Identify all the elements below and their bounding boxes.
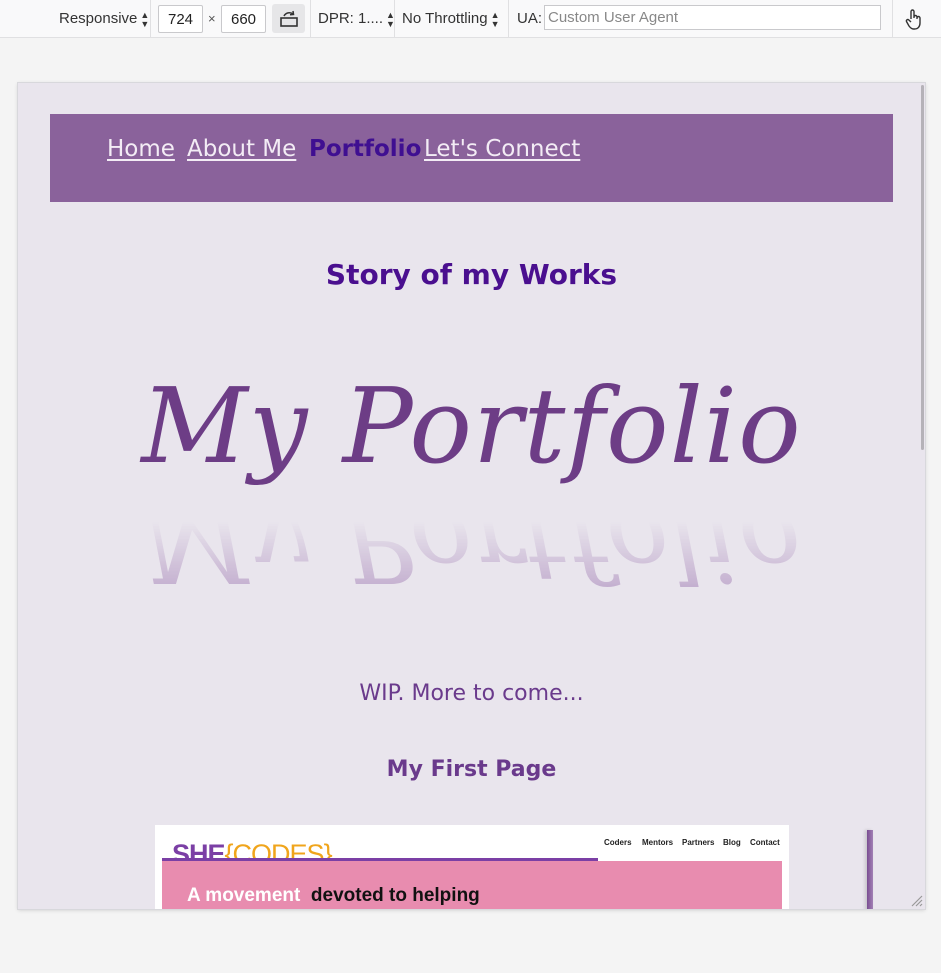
decorative-accent-bar <box>867 830 873 909</box>
caret-icon: ▲ ▼ <box>140 9 150 29</box>
width-input[interactable]: 724 <box>158 5 203 33</box>
devtools-toolbar: Responsive ▲ ▼ 724 × 660 DPR: 1.... ▲ ▼ No… <box>0 0 941 38</box>
device-label: Responsive <box>59 10 138 27</box>
touch-icon <box>905 9 921 30</box>
dimension-separator: × <box>208 11 216 26</box>
dpr-label: DPR: 1.... <box>318 10 384 27</box>
preview-nav-item: Coders <box>604 838 632 847</box>
rotate-button[interactable] <box>272 4 305 33</box>
preview-banner: A movement devoted to helping <box>162 861 782 909</box>
nav-link-connect[interactable]: Let's Connect <box>424 136 580 162</box>
nav-link-portfolio[interactable]: Portfolio <box>309 136 421 162</box>
responsive-viewport: Home About Me Portfolio Let's Connect St… <box>18 83 925 909</box>
section-heading-first-page: My First Page <box>386 757 557 782</box>
ua-label: UA: <box>517 10 543 27</box>
portfolio-title-reflection: My Portfolio <box>141 483 802 605</box>
nav-link-about[interactable]: About Me <box>187 136 296 162</box>
touch-simulation-button[interactable] <box>902 6 926 32</box>
wip-text: WIP. More to come... <box>359 681 584 706</box>
portfolio-title-block: My Portfolio My Portfolio <box>18 351 925 611</box>
preview-nav-item: Contact <box>750 838 780 847</box>
preview-nav-item: Partners <box>682 838 715 847</box>
preview-nav-item: Blog <box>723 838 741 847</box>
preview-banner-text: A movement devoted to helping <box>187 885 480 906</box>
preview-nav-item: Mentors <box>642 838 674 847</box>
first-page-preview-image[interactable]: SHE{CODES} Coders Mentors Partners Blog … <box>155 825 789 909</box>
caret-icon: ▲ ▼ <box>490 9 500 29</box>
resize-grip-icon[interactable] <box>909 893 923 907</box>
rotate-icon <box>279 10 298 27</box>
user-agent-input[interactable]: Custom User Agent <box>544 5 881 30</box>
page-heading: Story of my Works <box>325 258 618 291</box>
nav-link-home[interactable]: Home <box>107 136 175 162</box>
device-select[interactable]: Responsive ▲ ▼ <box>59 0 149 37</box>
site-navigation: Home About Me Portfolio Let's Connect <box>50 114 893 202</box>
height-input[interactable]: 660 <box>221 5 266 33</box>
dpr-select[interactable]: DPR: 1.... ▲ ▼ <box>318 0 395 37</box>
throttling-label: No Throttling <box>402 10 488 27</box>
throttling-select[interactable]: No Throttling ▲ ▼ <box>402 0 500 37</box>
